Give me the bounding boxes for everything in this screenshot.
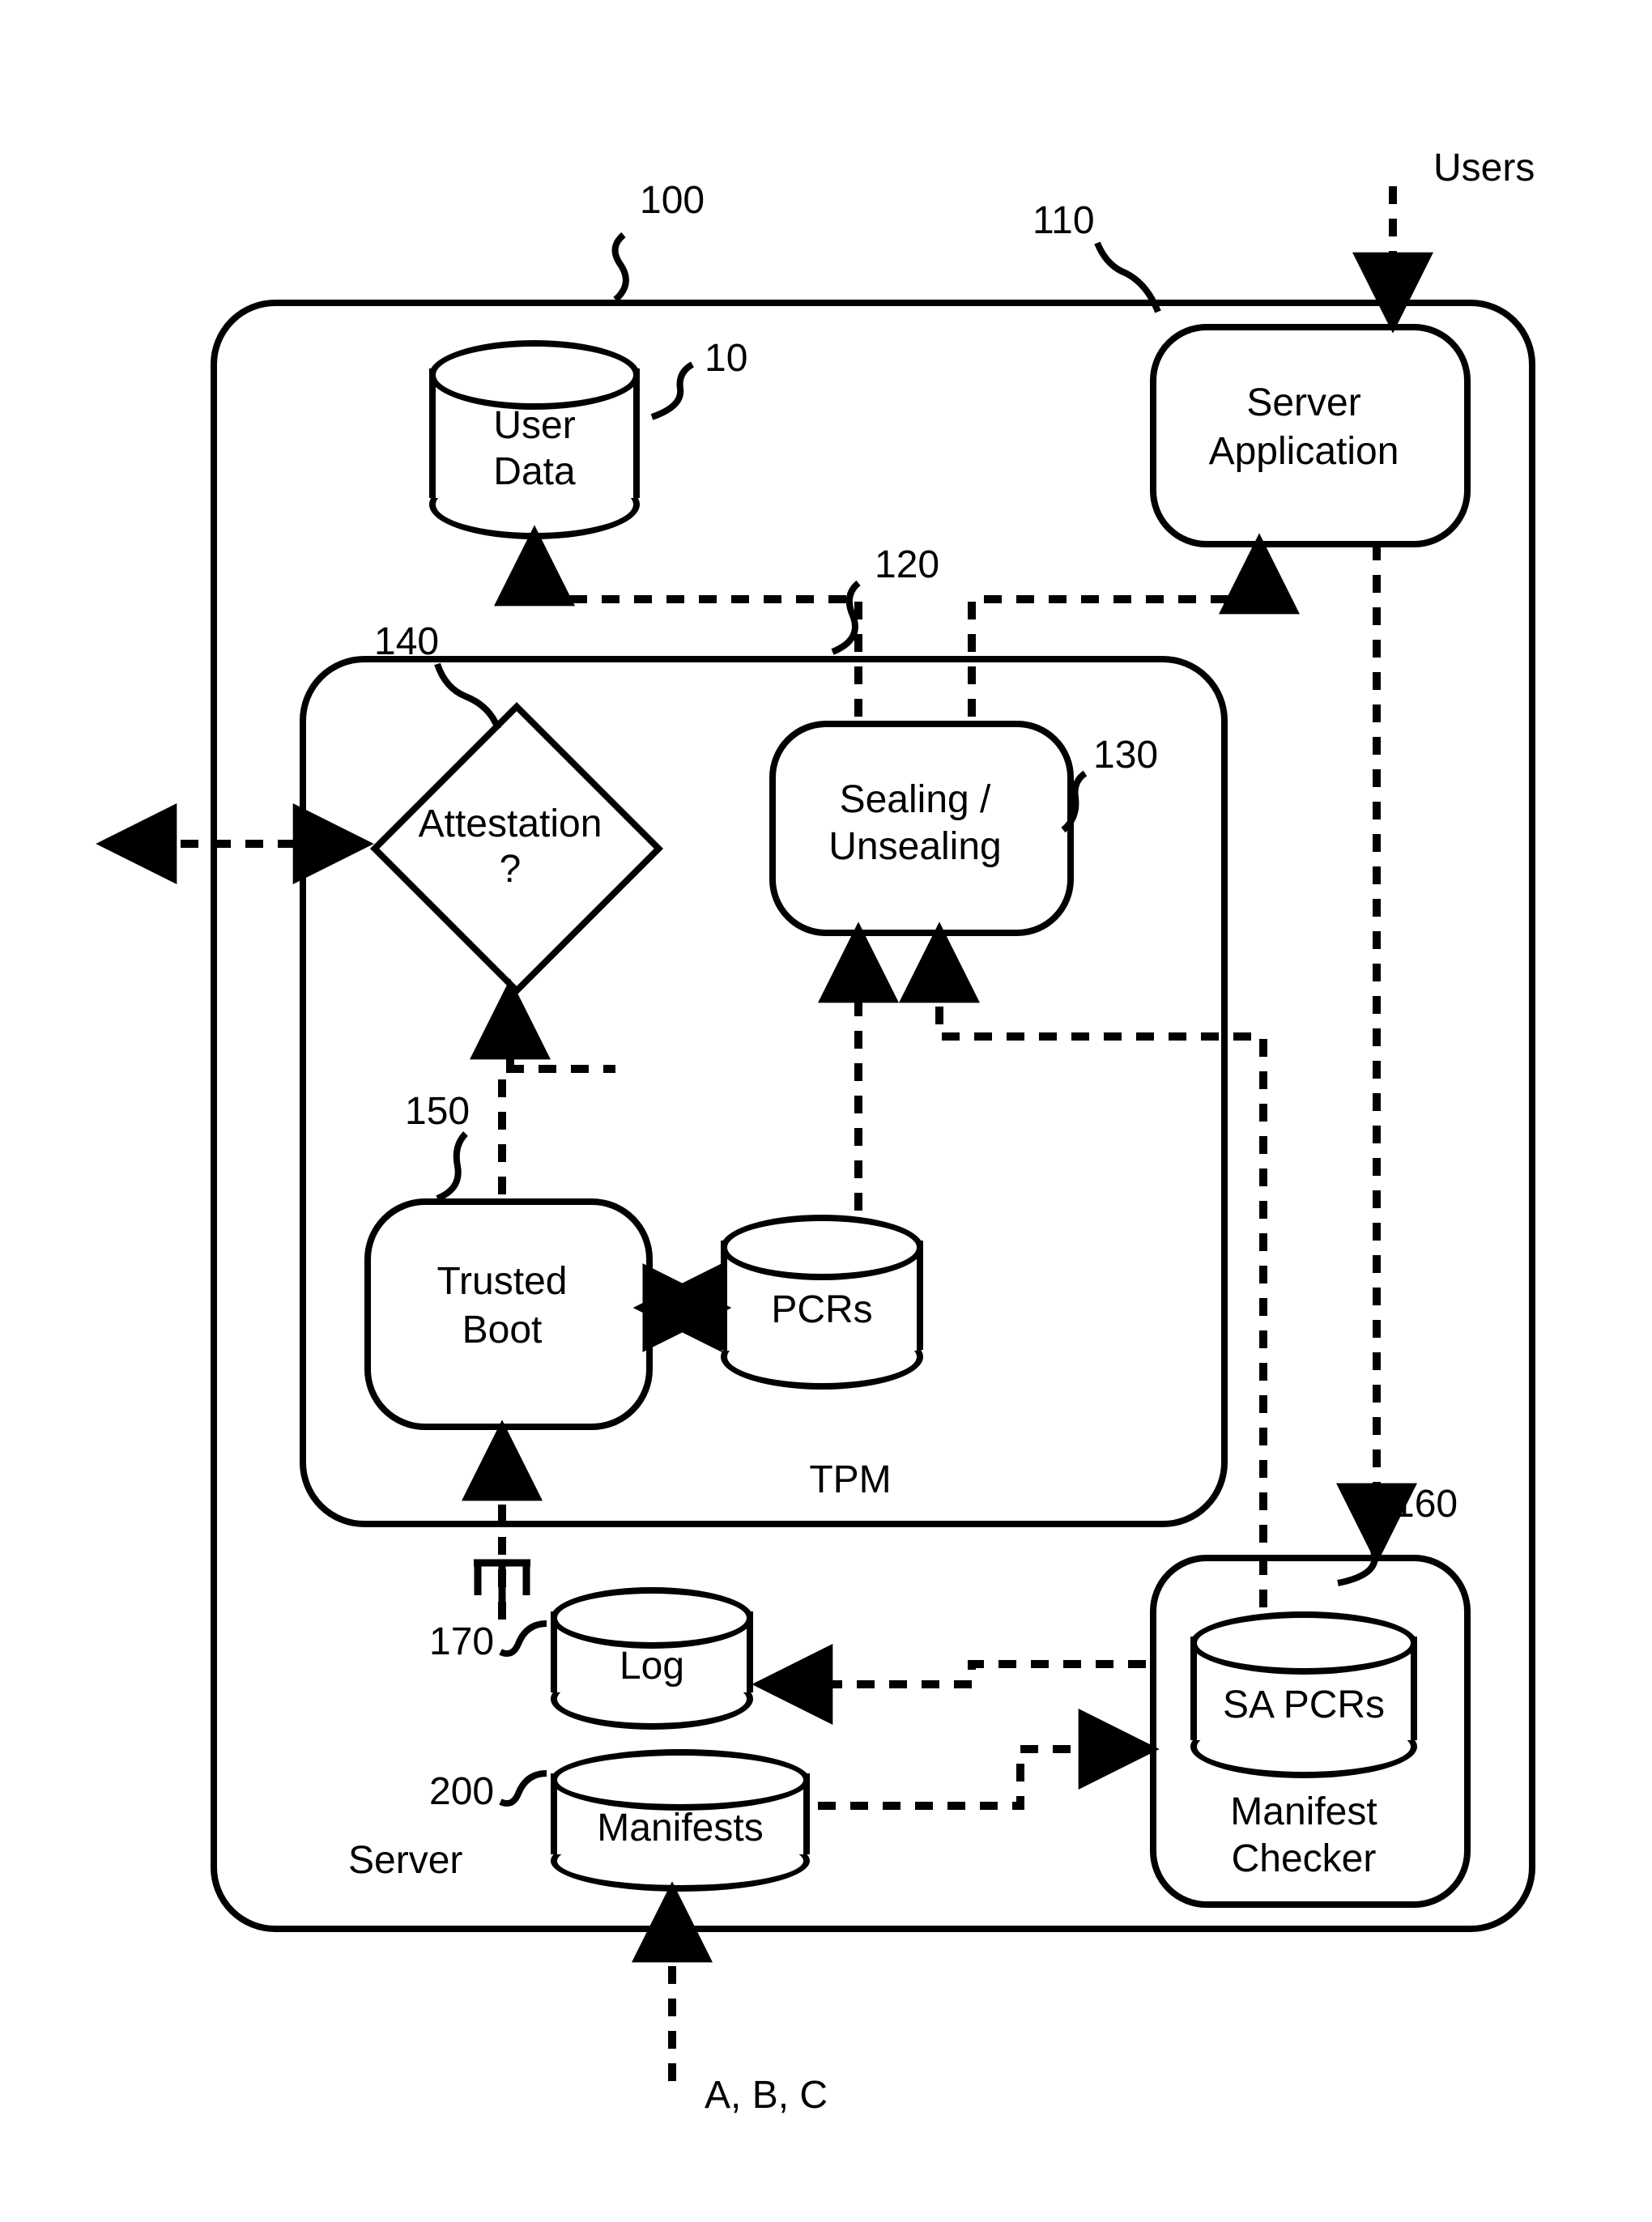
- attestation-label-1: Attestation: [356, 802, 664, 846]
- ref-170: 170: [429, 1620, 494, 1664]
- ref-100: 100: [640, 178, 705, 223]
- manifest-checker-label-1: Manifest: [1150, 1790, 1458, 1834]
- log-label: Log: [551, 1644, 753, 1688]
- ref-200: 200: [429, 1769, 494, 1814]
- trusted-boot-label-1: Trusted: [364, 1259, 640, 1304]
- user-data-label-2: Data: [429, 449, 640, 494]
- ref-110: 110: [1032, 198, 1095, 243]
- sa-pcrs-label: SA PCRs: [1190, 1683, 1417, 1727]
- server-application-label-1: Server: [1150, 381, 1458, 425]
- abc-label: A, B, C: [705, 2073, 828, 2118]
- sealing-label-2: Unsealing: [769, 824, 1061, 869]
- attestation-label-2: ?: [356, 847, 664, 892]
- sealing-label-1: Sealing /: [769, 777, 1061, 822]
- ref-150: 150: [405, 1089, 470, 1134]
- pcrs-label: PCRs: [721, 1288, 923, 1332]
- manifests-label: Manifests: [551, 1806, 810, 1850]
- server-label: Server: [348, 1838, 462, 1883]
- ref-160: 160: [1393, 1482, 1458, 1526]
- ref-10: 10: [705, 336, 747, 381]
- user-data-label-1: User: [429, 403, 640, 448]
- server-application-label-2: Application: [1150, 429, 1458, 474]
- users-label: Users: [1433, 146, 1535, 190]
- trusted-boot-label-2: Boot: [364, 1308, 640, 1352]
- ref-130: 130: [1093, 733, 1158, 777]
- diagram-canvas: Server Application User Data TPM Attesta…: [0, 0, 1652, 2222]
- ref-120: 120: [875, 543, 939, 587]
- ref-140: 140: [374, 619, 439, 664]
- tpm-label: TPM: [769, 1458, 931, 1502]
- manifest-checker-label-2: Checker: [1150, 1837, 1458, 1881]
